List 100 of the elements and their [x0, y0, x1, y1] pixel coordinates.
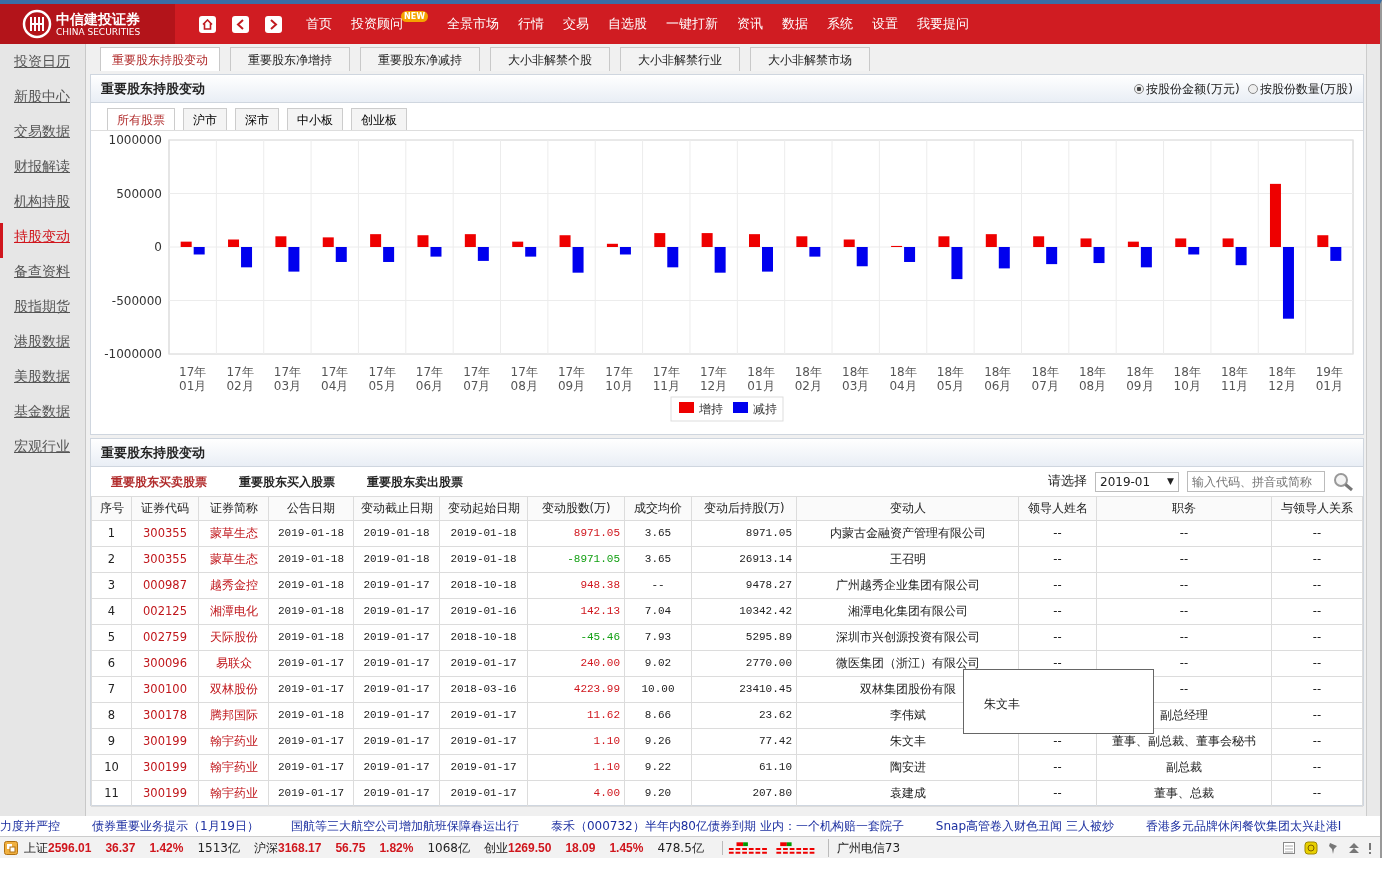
stock-code-link[interactable]: 300199 — [131, 780, 199, 807]
nav-link[interactable]: 我要提问 — [917, 14, 969, 34]
news-link[interactable]: 力度并严控 — [0, 817, 60, 835]
column-header[interactable]: 证券简称 — [198, 496, 269, 521]
sidebar-item[interactable]: 机构持股 — [0, 188, 85, 223]
chevron-right-icon[interactable] — [269, 18, 278, 30]
nav-link[interactable]: 全景市场 — [447, 14, 499, 34]
search-icon[interactable] — [1333, 471, 1355, 492]
stock-name-link[interactable]: 越秀金控 — [198, 572, 269, 599]
stock-code-link[interactable]: 300178 — [131, 702, 199, 729]
stock-name-link[interactable]: 蒙草生态 — [198, 546, 269, 573]
sidebar-item[interactable]: 新股中心 — [0, 83, 85, 118]
tab[interactable]: 所有股票 — [107, 108, 175, 130]
nav-link[interactable]: 交易 — [563, 14, 589, 34]
market-icon[interactable] — [4, 840, 18, 855]
back-button[interactable] — [232, 15, 249, 33]
nav-link[interactable]: 设置 — [872, 14, 898, 34]
radio-option[interactable]: 按股份金额(万元) — [1134, 79, 1240, 98]
stock-name-link[interactable]: 双林股份 — [198, 676, 269, 703]
stock-name-link[interactable]: 翰宇药业 — [198, 754, 269, 781]
sidebar-item[interactable]: 备查资料 — [0, 258, 85, 293]
stock-name-link[interactable]: 易联众 — [198, 650, 269, 677]
stock-code-link[interactable]: 300355 — [131, 520, 199, 547]
column-header[interactable]: 序号 — [91, 496, 132, 521]
tab[interactable]: 重要股东持股变动 — [100, 47, 220, 71]
scrollbar[interactable] — [1366, 44, 1380, 816]
axis-category-label: 17年11月 — [652, 365, 680, 393]
sidebar-item[interactable]: 美股数据 — [0, 363, 85, 398]
nav-link[interactable]: 资讯 — [737, 14, 763, 34]
tab[interactable]: 大小非解禁行业 — [620, 47, 740, 71]
news-link[interactable]: 国航等三大航空公司增加航班保障春运出行 — [290, 817, 519, 835]
stock-code-link[interactable]: 300199 — [131, 728, 199, 755]
sidebar-item[interactable]: 港股数据 — [0, 328, 85, 363]
tab[interactable]: 深市 — [235, 108, 279, 130]
pin-icon[interactable] — [1326, 840, 1340, 855]
tab[interactable]: 重要股东净减持 — [360, 47, 480, 71]
stock-code-link[interactable]: 300355 — [131, 546, 199, 573]
sidebar-item[interactable]: 基金数据 — [0, 398, 85, 433]
stock-name-link[interactable]: 翰宇药业 — [198, 728, 269, 755]
arrows-up-icon[interactable] — [1348, 840, 1360, 855]
sidebar-item[interactable]: 财报解读 — [0, 153, 85, 188]
panel-title: 重要股东持股变动 — [101, 79, 205, 98]
column-header[interactable]: 变动后持股(万) — [691, 496, 797, 521]
search-field[interactable]: 输入代码、拼音或简称 — [1187, 471, 1325, 492]
sidebar-item[interactable]: 股指期货 — [0, 293, 85, 328]
stock-name-link[interactable]: 腾邦国际 — [198, 702, 269, 729]
nav-link[interactable]: 一键打新 — [666, 14, 718, 34]
sidebar-item[interactable]: 交易数据 — [0, 118, 85, 153]
stock-name-link[interactable]: 天际股份 — [198, 624, 269, 651]
nav-link[interactable]: 行情 — [518, 14, 544, 34]
axis-category-label: 17年12月 — [700, 365, 728, 393]
nav-link[interactable]: 系统 — [827, 14, 853, 34]
column-header[interactable]: 职务 — [1096, 496, 1272, 521]
sidebar-item[interactable]: 宏观行业 — [0, 433, 85, 468]
news-link[interactable]: 债券重要业务提示（1月19日） — [92, 817, 259, 835]
stock-code-link[interactable]: 300096 — [131, 650, 199, 677]
nav-link[interactable]: 数据 — [782, 14, 808, 34]
column-header[interactable]: 与领导人关系 — [1271, 496, 1363, 521]
table-cell: 10342.42 — [691, 598, 797, 625]
news-link[interactable]: 泰禾（000732）半年内80亿债券到期 业内：一个机构赔一套院子 — [550, 817, 904, 835]
stock-name-link[interactable]: 蒙草生态 — [198, 520, 269, 547]
alert-icon[interactable] — [1368, 840, 1372, 855]
document-icon[interactable] — [1282, 840, 1296, 855]
coin-icon[interactable] — [1304, 840, 1318, 855]
stock-name-link[interactable]: 湘潭电化 — [198, 598, 269, 625]
chevron-left-icon[interactable] — [236, 18, 245, 30]
news-link[interactable]: 香港多元品牌休闲餐饮集团太兴赴港I — [1145, 817, 1342, 835]
column-header[interactable]: 变动截止日期 — [353, 496, 440, 521]
tab[interactable]: 大小非解禁市场 — [750, 47, 870, 71]
filter-tab[interactable]: 重要股东卖出股票 — [351, 472, 479, 491]
tab[interactable]: 创业板 — [351, 108, 407, 130]
column-header[interactable]: 变动起始日期 — [439, 496, 528, 521]
column-header[interactable]: 变动股数(万) — [527, 496, 625, 521]
filter-tab[interactable]: 重要股东买入股票 — [223, 472, 351, 491]
stock-code-link[interactable]: 000987 — [131, 572, 199, 599]
forward-button[interactable] — [265, 15, 282, 33]
filter-tab[interactable]: 重要股东买卖股票 — [95, 472, 223, 491]
table-cell: 2019-01-17 — [439, 650, 528, 677]
tab[interactable]: 沪市 — [183, 108, 227, 130]
stock-code-link[interactable]: 002759 — [131, 624, 199, 651]
radio-option[interactable]: 按股份数量(万股) — [1247, 79, 1353, 98]
tab[interactable]: 中小板 — [287, 108, 343, 130]
nav-link[interactable]: 自选股 — [608, 14, 647, 34]
column-header[interactable]: 公告日期 — [268, 496, 354, 521]
column-header[interactable]: 领导人姓名 — [1018, 496, 1097, 521]
nav-link[interactable]: 首页 — [306, 14, 332, 34]
month-select[interactable]: 2019-01 ▼ — [1095, 471, 1179, 492]
stock-name-link[interactable]: 翰宇药业 — [198, 780, 269, 807]
stock-code-link[interactable]: 002125 — [131, 598, 199, 625]
sidebar-item[interactable]: 持股变动 — [0, 223, 85, 258]
tab[interactable]: 大小非解禁个股 — [490, 47, 610, 71]
nav-link[interactable]: 投资顾问 — [351, 14, 403, 34]
sidebar-item[interactable]: 投资日历 — [0, 48, 85, 83]
stock-code-link[interactable]: 300100 — [131, 676, 199, 703]
column-header[interactable]: 成交均价 — [624, 496, 692, 521]
tab[interactable]: 重要股东净增持 — [230, 47, 350, 71]
column-header[interactable]: 证券代码 — [131, 496, 199, 521]
stock-code-link[interactable]: 300199 — [131, 754, 199, 781]
news-link[interactable]: Snap高管卷入财色丑闻 三人被炒 — [935, 817, 1114, 835]
column-header[interactable]: 变动人 — [796, 496, 1019, 521]
